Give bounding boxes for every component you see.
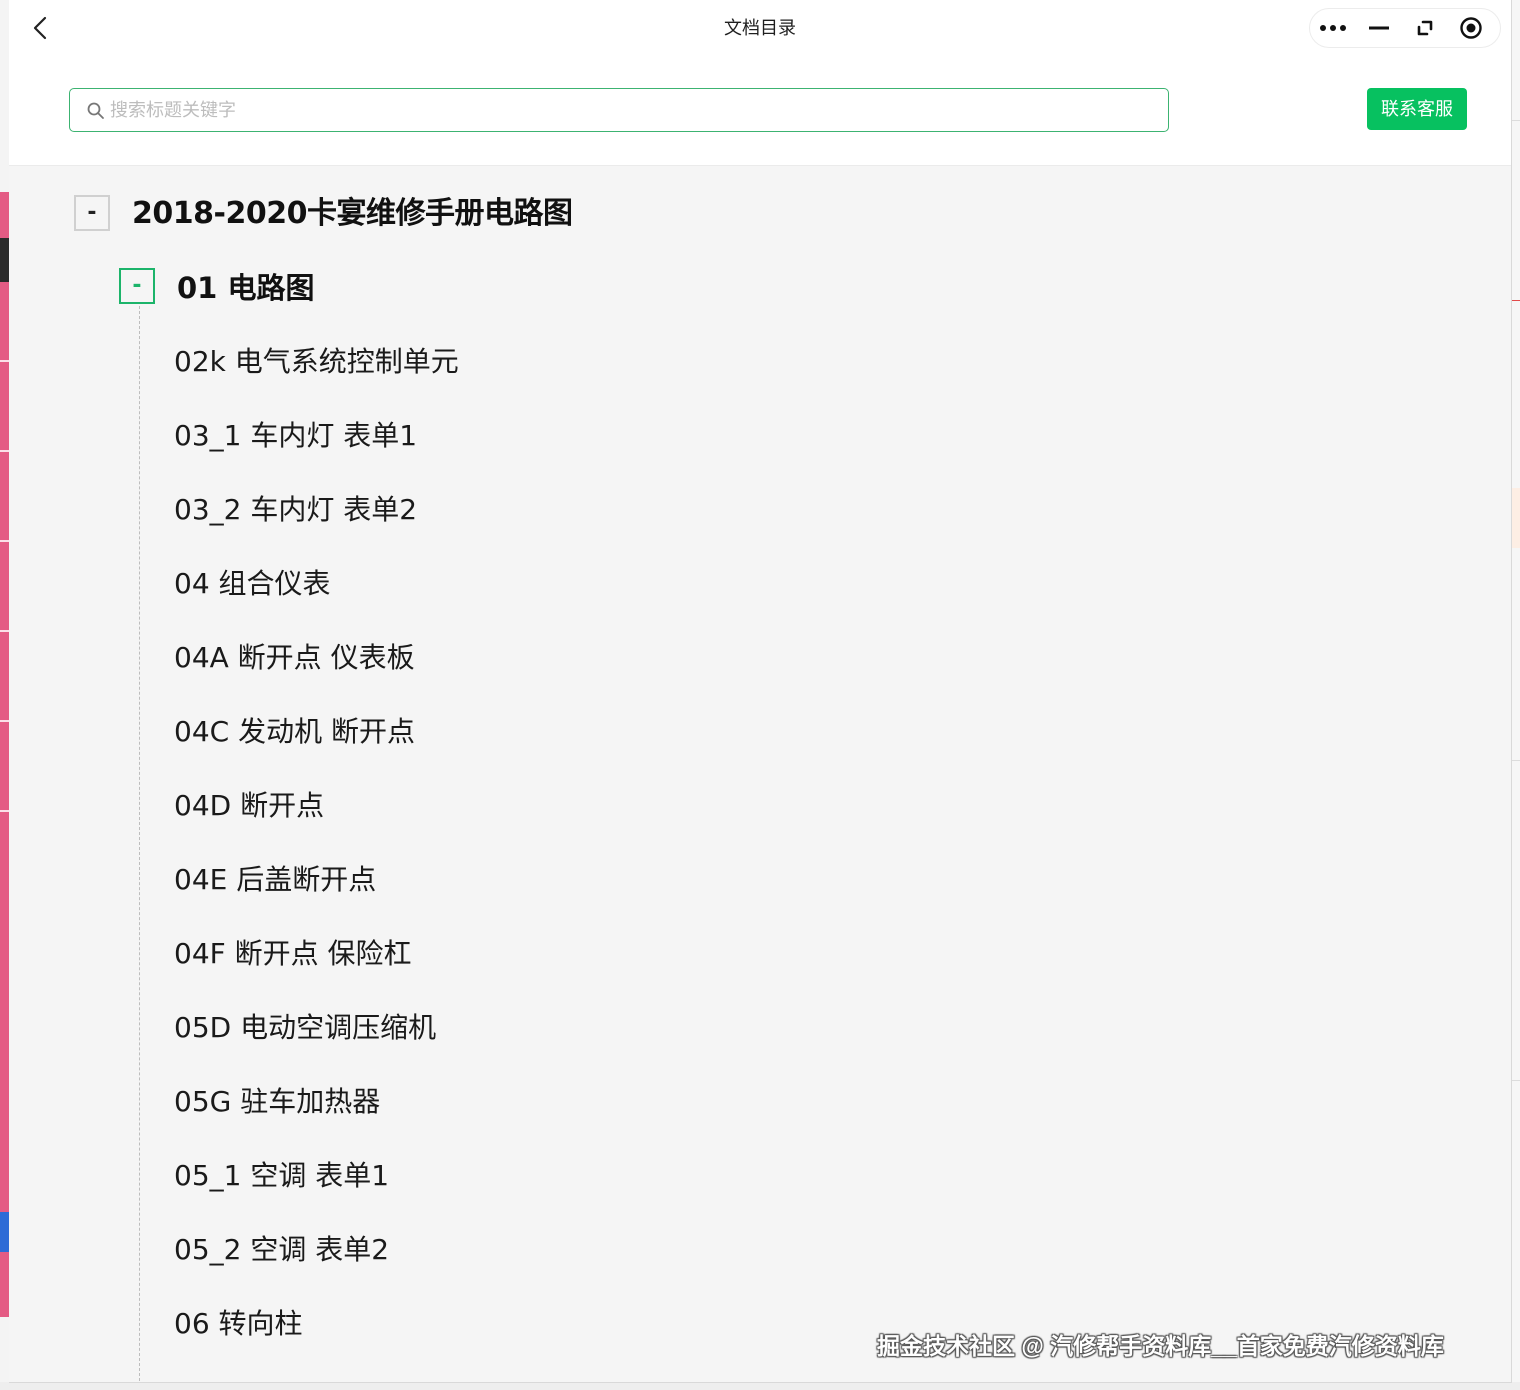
background-peach-panel — [1512, 488, 1520, 548]
root-node-title[interactable]: 2018-2020卡宴维修手册电路图 — [132, 194, 573, 234]
background-divider — [1512, 1080, 1520, 1081]
collapse-icon: - — [132, 273, 142, 298]
catalog-item[interactable]: 05G 驻车加热器 — [174, 1082, 459, 1156]
title-bar: 文档目录 — [9, 0, 1511, 56]
catalog-item[interactable]: 06 转向柱 — [174, 1304, 459, 1378]
background-mark — [0, 360, 9, 362]
search-input[interactable] — [110, 91, 1150, 129]
minimize-icon — [1369, 26, 1389, 30]
background-thumbnail — [0, 238, 9, 282]
catalog-item[interactable]: 04 组合仪表 — [174, 564, 459, 638]
background-mark — [0, 720, 9, 722]
contact-support-button[interactable]: 联系客服 — [1367, 88, 1467, 130]
restore-icon — [1417, 20, 1433, 36]
watermark-text: 掘金技术社区 @ 汽修帮手资料库__首家免费汽修资料库 — [877, 1333, 1444, 1359]
background-mark — [0, 630, 9, 632]
section-collapse-toggle[interactable]: - — [119, 268, 155, 304]
catalog-item[interactable]: 05_2 空调 表单2 — [174, 1230, 459, 1304]
restore-button[interactable] — [1402, 9, 1448, 47]
background-divider — [1512, 760, 1520, 761]
background-mark — [0, 540, 9, 542]
background-divider — [1512, 120, 1520, 121]
background-mark — [0, 450, 9, 452]
document-catalog-window: 文档目录 搜索标题关键字 联系客服 - 2018-2020卡宴维修手册电路图 -… — [9, 0, 1512, 1383]
catalog-item-list: 02k 电气系统控制单元 03_1 车内灯 表单1 03_2 车内灯 表单2 0… — [174, 342, 459, 1378]
background-blue-panel — [0, 1212, 9, 1252]
background-right-strip — [1512, 0, 1520, 1390]
search-icon — [87, 102, 104, 119]
catalog-item[interactable]: 04F 断开点 保险杠 — [174, 934, 459, 1008]
window-controls — [1309, 8, 1501, 48]
background-mark — [0, 810, 9, 812]
tree-guide-line — [139, 306, 140, 1382]
minimize-button[interactable] — [1356, 9, 1402, 47]
collapse-icon: - — [87, 200, 97, 225]
catalog-item[interactable]: 04D 断开点 — [174, 786, 459, 860]
more-dots-icon — [1320, 25, 1346, 31]
search-bar: 联系客服 — [9, 56, 1511, 166]
background-left-strip — [0, 0, 9, 1390]
catalog-item[interactable]: 03_2 车内灯 表单2 — [174, 490, 459, 564]
root-collapse-toggle[interactable]: - — [74, 195, 110, 231]
window-title: 文档目录 — [724, 18, 796, 38]
catalog-item[interactable]: 04E 后盖断开点 — [174, 860, 459, 934]
close-circle-icon — [1460, 17, 1482, 39]
catalog-item[interactable]: 03_1 车内灯 表单1 — [174, 416, 459, 490]
catalog-tree: - 2018-2020卡宴维修手册电路图 - 01 电路图 02k 电气系统控制… — [9, 166, 1511, 1382]
search-box[interactable] — [69, 88, 1169, 132]
close-button[interactable] — [1448, 9, 1494, 47]
back-chevron-icon — [33, 16, 47, 40]
catalog-item[interactable]: 04C 发动机 断开点 — [174, 712, 459, 786]
section-node-title[interactable]: 01 电路图 — [177, 268, 314, 308]
catalog-item[interactable]: 05D 电动空调压缩机 — [174, 1008, 459, 1082]
background-bottom-strip — [0, 1382, 1520, 1390]
catalog-item[interactable]: 04A 断开点 仪表板 — [174, 638, 459, 712]
more-button[interactable] — [1310, 9, 1356, 47]
background-red-line — [1512, 300, 1520, 301]
catalog-item[interactable]: 02k 电气系统控制单元 — [174, 342, 459, 416]
catalog-item[interactable]: 05_1 空调 表单1 — [174, 1156, 459, 1230]
back-button[interactable] — [25, 12, 57, 44]
